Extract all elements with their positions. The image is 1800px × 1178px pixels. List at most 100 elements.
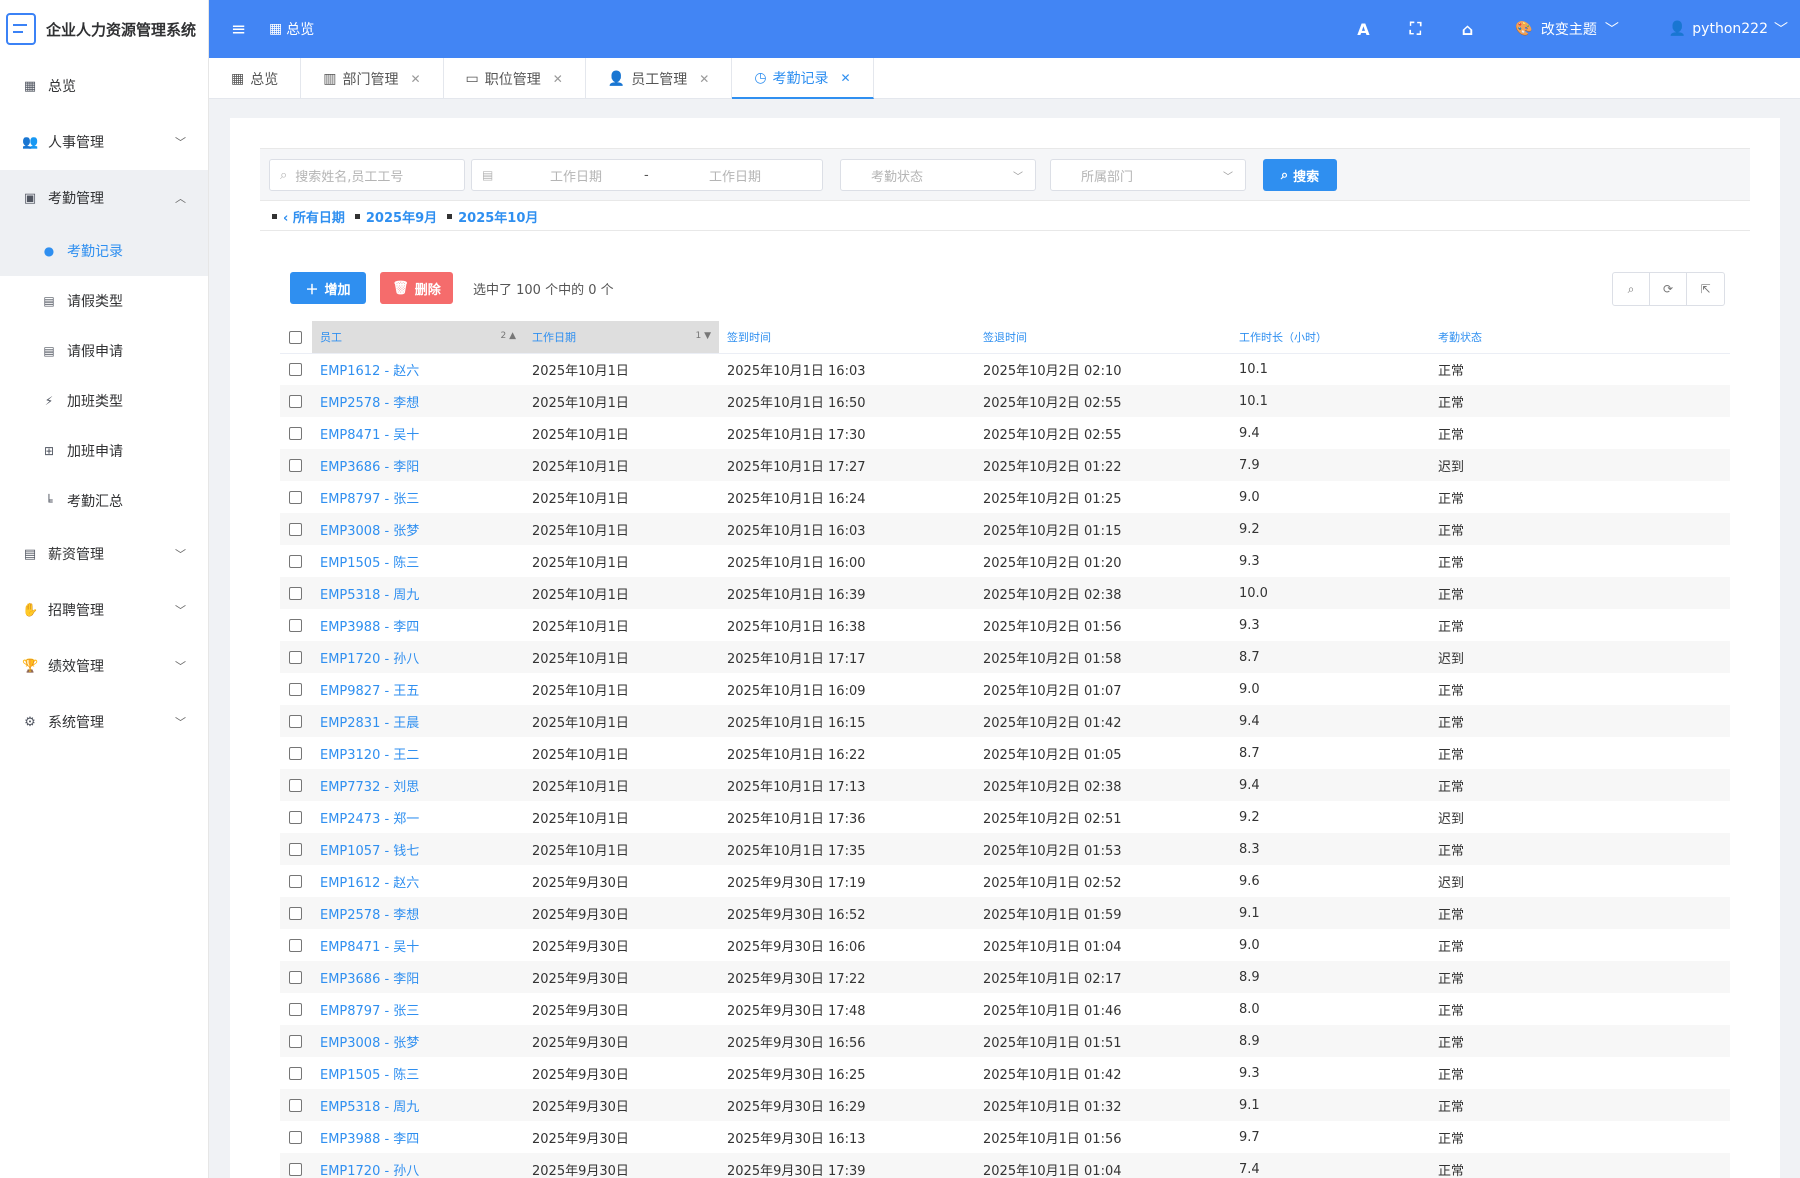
cell-employee[interactable]: EMP1720 - 孙八 (312, 1153, 524, 1178)
cell-employee[interactable]: EMP3988 - 李四 (312, 609, 524, 641)
row-checkbox[interactable] (289, 394, 302, 408)
delete-button[interactable]: 🗑 删除 (380, 272, 453, 304)
row-checkbox[interactable] (289, 586, 302, 600)
sidebar-item-dashboard[interactable]: ▦ 总览 (0, 58, 208, 114)
cell-employee[interactable]: EMP3008 - 张梦 (312, 1025, 524, 1057)
row-checkbox[interactable] (289, 714, 302, 728)
select-all-checkbox[interactable] (289, 330, 302, 344)
cell-employee[interactable]: EMP1612 - 赵六 (312, 353, 524, 385)
cell-employee[interactable]: EMP1057 - 钱七 (312, 833, 524, 865)
home-icon[interactable]: ⌂ (1441, 20, 1493, 39)
sidebar-item-personnel[interactable]: 👥 人事管理 ﹀ (0, 114, 208, 170)
sidebar-subitem-leave-requests[interactable]: ▤ 请假申请 (0, 326, 208, 376)
sidebar-item-attendance[interactable]: ▣ 考勤管理 ︿ (0, 170, 208, 226)
column-header-employee[interactable]: 员工 2 ▲ (312, 321, 524, 354)
row-checkbox[interactable] (289, 362, 302, 376)
tab-attendance-records[interactable]: ◷ 考勤记录 ✕ (732, 58, 874, 99)
add-button[interactable]: ＋ 增加 (290, 272, 366, 304)
cell-employee[interactable]: EMP2578 - 李想 (312, 897, 524, 929)
row-checkbox[interactable] (289, 522, 302, 536)
column-header-status[interactable]: 考勤状态 (1430, 321, 1730, 354)
close-icon[interactable]: ✕ (553, 72, 563, 86)
sidebar-subitem-overtime-requests[interactable]: ⊞ 加班申请 (0, 426, 208, 476)
search-input[interactable]: ⌕ 搜索姓名,员工工号 (269, 159, 465, 191)
row-checkbox[interactable] (289, 1130, 302, 1144)
close-icon[interactable]: ✕ (410, 72, 420, 86)
tab-dashboard[interactable]: ▦ 总览 (209, 58, 302, 99)
sidebar-item-system[interactable]: ⚙ 系统管理 ﹀ (0, 694, 208, 750)
row-checkbox[interactable] (289, 650, 302, 664)
row-checkbox[interactable] (289, 490, 302, 504)
sidebar-item-performance[interactable]: 🏆 绩效管理 ﹀ (0, 638, 208, 694)
row-checkbox[interactable] (289, 938, 302, 952)
cell-employee[interactable]: EMP1505 - 陈三 (312, 545, 524, 577)
row-checkbox[interactable] (289, 458, 302, 472)
cell-employee[interactable]: EMP5318 - 周九 (312, 577, 524, 609)
sidebar-item-recruitment[interactable]: ✋ 招聘管理 ﹀ (0, 582, 208, 638)
status-select[interactable]: 考勤状态 ﹀ (840, 159, 1036, 191)
cell-employee[interactable]: EMP2473 - 郑一 (312, 801, 524, 833)
row-checkbox[interactable] (289, 554, 302, 568)
export-icon[interactable]: ⇱ (1687, 273, 1724, 305)
cell-employee[interactable]: EMP1505 - 陈三 (312, 1057, 524, 1089)
cell-employee[interactable]: EMP3686 - 李阳 (312, 961, 524, 993)
refresh-icon[interactable]: ⟳ (1650, 273, 1687, 305)
cell-employee[interactable]: EMP3008 - 张梦 (312, 513, 524, 545)
column-header-check-out[interactable]: 签退时间 (975, 321, 1231, 354)
search-button[interactable]: ⌕ 搜索 (1263, 159, 1337, 191)
row-checkbox[interactable] (289, 682, 302, 696)
sidebar-item-salary[interactable]: ▤ 薪资管理 ﹀ (0, 526, 208, 582)
cell-employee[interactable]: EMP7732 - 刘思 (312, 769, 524, 801)
cell-employee[interactable]: EMP3686 - 李阳 (312, 449, 524, 481)
tab-position[interactable]: ▭ 职位管理 ✕ (444, 58, 586, 99)
tab-employee[interactable]: 👤 员工管理 ✕ (586, 58, 733, 99)
row-checkbox[interactable] (289, 1002, 302, 1016)
tab-department[interactable]: ▥ 部门管理 ✕ (301, 58, 444, 99)
sort-desc-icon[interactable]: 1 ▼ (695, 331, 711, 341)
close-icon[interactable]: ✕ (699, 72, 709, 86)
breadcrumb[interactable]: ▦ 总览 (269, 19, 314, 39)
cell-employee[interactable]: EMP3988 - 李四 (312, 1121, 524, 1153)
cell-employee[interactable]: EMP3120 - 王二 (312, 737, 524, 769)
row-checkbox[interactable] (289, 1162, 302, 1176)
date-hierarchy-link[interactable]: 2025年9月 (366, 207, 437, 226)
menu-toggle-icon[interactable]: ≡ (231, 19, 247, 40)
row-checkbox[interactable] (289, 746, 302, 760)
cell-employee[interactable]: EMP1612 - 赵六 (312, 865, 524, 897)
row-checkbox[interactable] (289, 1034, 302, 1048)
date-hierarchy-all[interactable]: ‹ 所有日期 (283, 207, 345, 226)
column-header-work-date[interactable]: 工作日期 1 ▼ (524, 321, 719, 354)
row-checkbox[interactable] (289, 1066, 302, 1080)
cell-employee[interactable]: EMP1720 - 孙八 (312, 641, 524, 673)
row-checkbox[interactable] (289, 810, 302, 824)
cell-employee[interactable]: EMP8797 - 张三 (312, 481, 524, 513)
sidebar-subitem-leave-types[interactable]: ▤ 请假类型 (0, 276, 208, 326)
fullscreen-icon[interactable]: ⛶ (1389, 19, 1441, 39)
department-select[interactable]: 所属部门 ﹀ (1050, 159, 1246, 191)
cell-employee[interactable]: EMP8797 - 张三 (312, 993, 524, 1025)
date-hierarchy-link[interactable]: 2025年10月 (458, 207, 538, 226)
row-checkbox[interactable] (289, 970, 302, 984)
cell-employee[interactable]: EMP9827 - 王五 (312, 673, 524, 705)
cell-employee[interactable]: EMP5318 - 周九 (312, 1089, 524, 1121)
sidebar-subitem-attendance-summary[interactable]: ╘ 考勤汇总 (0, 476, 208, 526)
row-checkbox[interactable] (289, 1098, 302, 1112)
column-header-hours[interactable]: 工作时长（小时） (1231, 321, 1430, 354)
cell-employee[interactable]: EMP2831 - 王晨 (312, 705, 524, 737)
column-header-check-in[interactable]: 签到时间 (719, 321, 975, 354)
cell-employee[interactable]: EMP8471 - 吴十 (312, 929, 524, 961)
date-range-picker[interactable]: ▤ 工作日期 - 工作日期 (471, 159, 823, 191)
row-checkbox[interactable] (289, 426, 302, 440)
row-checkbox[interactable] (289, 778, 302, 792)
row-checkbox[interactable] (289, 874, 302, 888)
sidebar-subitem-overtime-types[interactable]: ⚡ 加班类型 (0, 376, 208, 426)
row-checkbox[interactable] (289, 842, 302, 856)
theme-switcher[interactable]: 🎨 改变主题 ﹀ (1515, 19, 1618, 39)
search-icon[interactable]: ⌕ (1613, 273, 1650, 305)
row-checkbox[interactable] (289, 906, 302, 920)
sidebar-subitem-attendance-records[interactable]: ● 考勤记录 (0, 226, 208, 276)
user-menu[interactable]: 👤 python222 ﹀ (1669, 19, 1788, 39)
sort-asc-icon[interactable]: 2 ▲ (500, 331, 516, 341)
cell-employee[interactable]: EMP2578 - 李想 (312, 385, 524, 417)
cell-employee[interactable]: EMP8471 - 吴十 (312, 417, 524, 449)
